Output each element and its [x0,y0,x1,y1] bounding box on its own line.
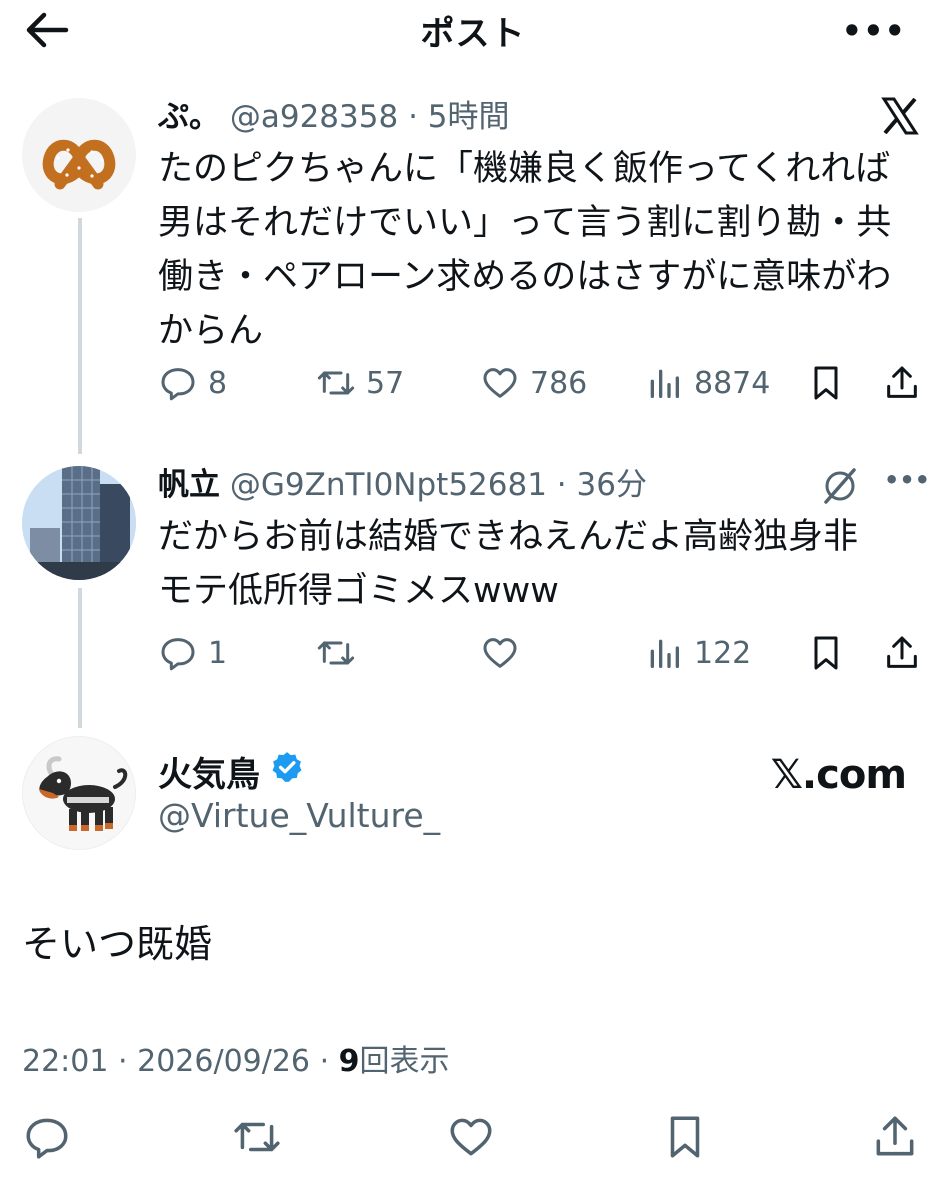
page-title: ポスト [420,14,526,54]
main-post-actions [0,1112,946,1166]
reply-count: 1 [208,635,228,671]
tweet-header: ぷ。 @a928358 · 5時間 [158,96,928,138]
repost-count: 57 [366,365,405,401]
post-time[interactable]: 22:01 [22,1044,108,1079]
tweet-text-line: からん [158,311,264,351]
tweet-text-line: 働き・ペアローン求めるのはさすがに意味がわ [158,257,892,297]
bookmark-button[interactable] [806,628,846,678]
display-name[interactable]: 帆立 [158,467,220,503]
bookmark-icon [814,636,838,670]
tweet-text: だからお前は結婚できねえんだよ高齢独身非 モテ低所得ゴミメスwww [158,510,928,618]
reply-icon [161,368,195,401]
more-options-icon[interactable]: ••• [842,12,906,50]
avatar-houndoom[interactable] [22,736,136,850]
view-count: 8874 [694,365,771,401]
share-icon [876,1116,914,1156]
view-count: 9 [338,1044,360,1079]
user-handle[interactable]: @Virtue_Vulture_ [158,796,440,835]
share-button[interactable] [870,1112,920,1162]
reply-button[interactable]: 1 [158,628,227,678]
tweet-text-line: モテ低所得ゴミメスwww [158,571,559,611]
grok-icon[interactable] [820,466,860,510]
heart-icon [483,368,517,398]
post-metadata: 22:01 · 2026/09/26 · 9回表示 [22,1036,450,1080]
bookmark-icon [814,366,838,400]
view-count: 122 [694,635,752,671]
avatar-pretzel[interactable] [22,98,136,212]
x-com-brand: 𝕏.com [770,752,907,798]
post-date[interactable]: 2026/09/26 [137,1044,310,1079]
repost-icon [317,371,355,395]
reply-icon [161,638,195,671]
reply-tweet[interactable]: ぷ。 @a928358 · 5時間 たのピクちゃんに「機嫌良く飯作ってくれれば … [158,96,928,358]
separator: · [118,1044,128,1079]
tweet-actions: 1 122 [158,628,928,678]
verified-badge-icon [270,750,304,793]
share-button[interactable] [882,358,922,408]
like-count: 786 [530,365,588,401]
like-button[interactable]: 786 [480,358,587,408]
like-button[interactable] [446,1112,496,1162]
reply-button[interactable]: 8 [158,358,227,408]
heart-icon [483,638,517,668]
more-options-icon[interactable]: ••• [884,466,930,494]
repost-icon [317,641,355,665]
separator: · [556,467,567,503]
repost-button[interactable] [232,1112,282,1162]
views-chart-icon [650,369,679,398]
bookmark-icon [670,1116,700,1158]
main-post-author[interactable]: 火気鳥 [158,747,304,796]
thread-line [78,588,82,728]
share-button[interactable] [882,628,922,678]
main-post-text: そいつ既婚 [22,922,213,966]
top-bar: ポスト ••• [0,0,946,62]
heart-icon [450,1118,492,1156]
timestamp[interactable]: 5時間 [428,99,510,135]
reply-icon [26,1118,68,1159]
tweet-text-line: たのピクちゃんに「機嫌良く飯作ってくれれば [158,149,891,189]
reply-button[interactable] [22,1112,72,1162]
tweet-header: 帆立 @G9ZnTI0Npt52681 · 36分 [158,464,928,506]
tweet-text-line: 男はそれだけでいい」って言う割に割り勘・共 [158,203,892,243]
share-icon [887,366,917,398]
x-logo-icon [880,96,920,140]
views-label: 回表示 [359,1044,450,1079]
display-name[interactable]: 火気鳥 [158,747,260,796]
avatar-building[interactable] [22,466,136,580]
views-button[interactable]: 8874 [644,358,770,408]
tweet-actions: 8 57 786 8874 [158,358,928,408]
separator: · [319,1044,330,1079]
separator: · [408,99,418,135]
user-handle[interactable]: @a928358 [230,99,398,135]
tweet-text-line: だからお前は結婚できねえんだよ高齢独身非 [158,517,859,557]
repost-icon [234,1122,280,1152]
repost-button[interactable]: 57 [316,358,404,408]
reply-count: 8 [208,365,228,401]
user-handle[interactable]: @G9ZnTI0Npt52681 [230,467,547,503]
tweet-text: たのピクちゃんに「機嫌良く飯作ってくれれば 男はそれだけでいい」って言う割に割り… [158,142,928,358]
display-name[interactable]: ぷ。 [158,99,220,135]
share-icon [887,636,917,668]
bookmark-button[interactable] [806,358,846,408]
timestamp[interactable]: 36分 [577,467,647,503]
thread-line [78,218,82,454]
bookmark-button[interactable] [660,1112,710,1162]
views-chart-icon [650,639,679,668]
repost-button[interactable] [316,628,366,678]
reply-tweet[interactable]: 帆立 @G9ZnTI0Npt52681 · 36分 だからお前は結婚できねえんだ… [158,464,928,618]
views-button[interactable]: 122 [644,628,751,678]
like-button[interactable] [480,628,530,678]
